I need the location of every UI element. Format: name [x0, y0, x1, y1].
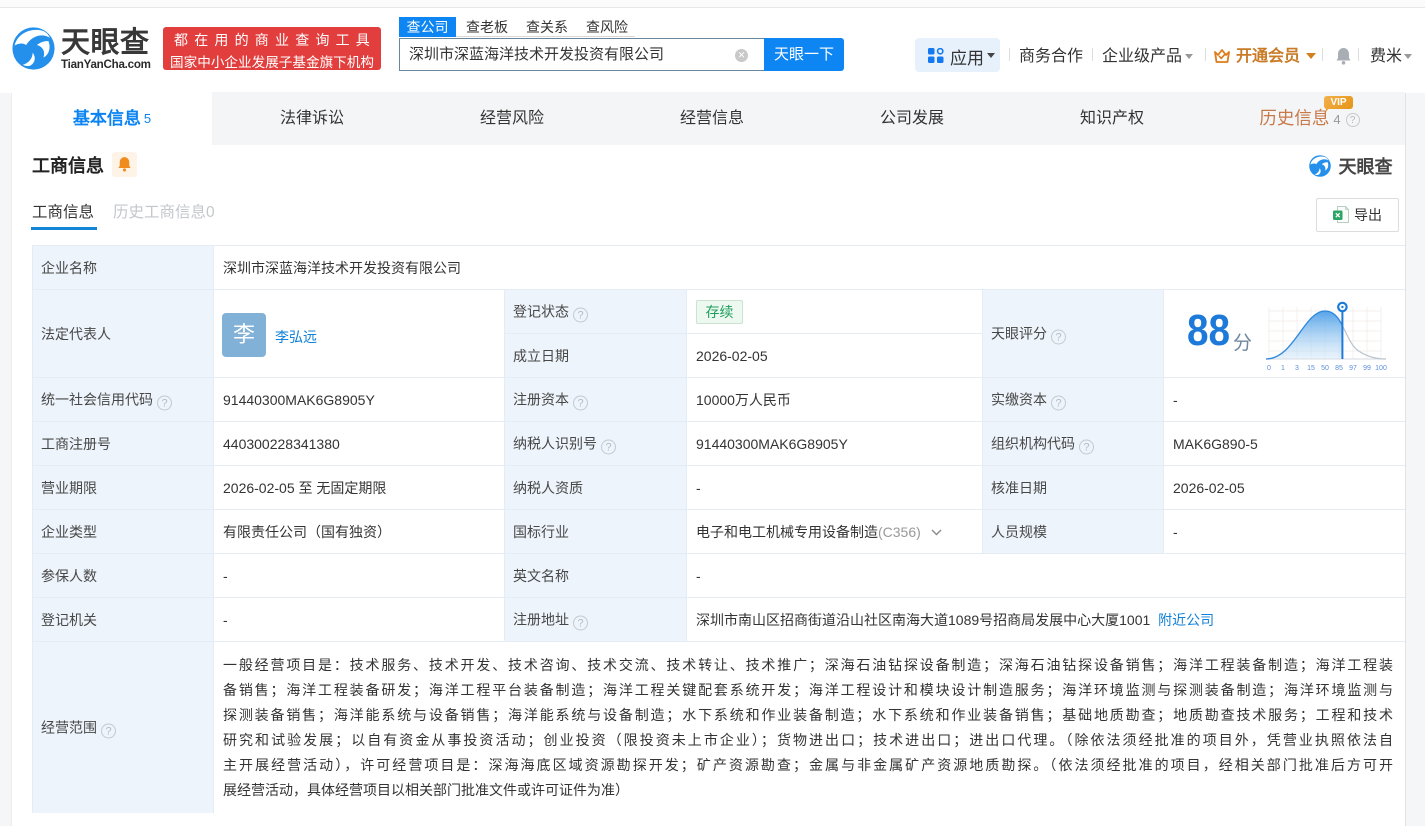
svg-text:3: 3 [1295, 365, 1299, 372]
svg-text:99: 99 [1363, 365, 1371, 372]
svg-text:97: 97 [1349, 365, 1357, 372]
svg-text:50: 50 [1321, 365, 1329, 372]
svg-text:15: 15 [1307, 365, 1315, 372]
svg-text:1: 1 [1281, 365, 1285, 372]
svg-text:100: 100 [1375, 365, 1387, 372]
svg-text:0: 0 [1267, 365, 1271, 372]
svg-text:85: 85 [1335, 365, 1343, 372]
